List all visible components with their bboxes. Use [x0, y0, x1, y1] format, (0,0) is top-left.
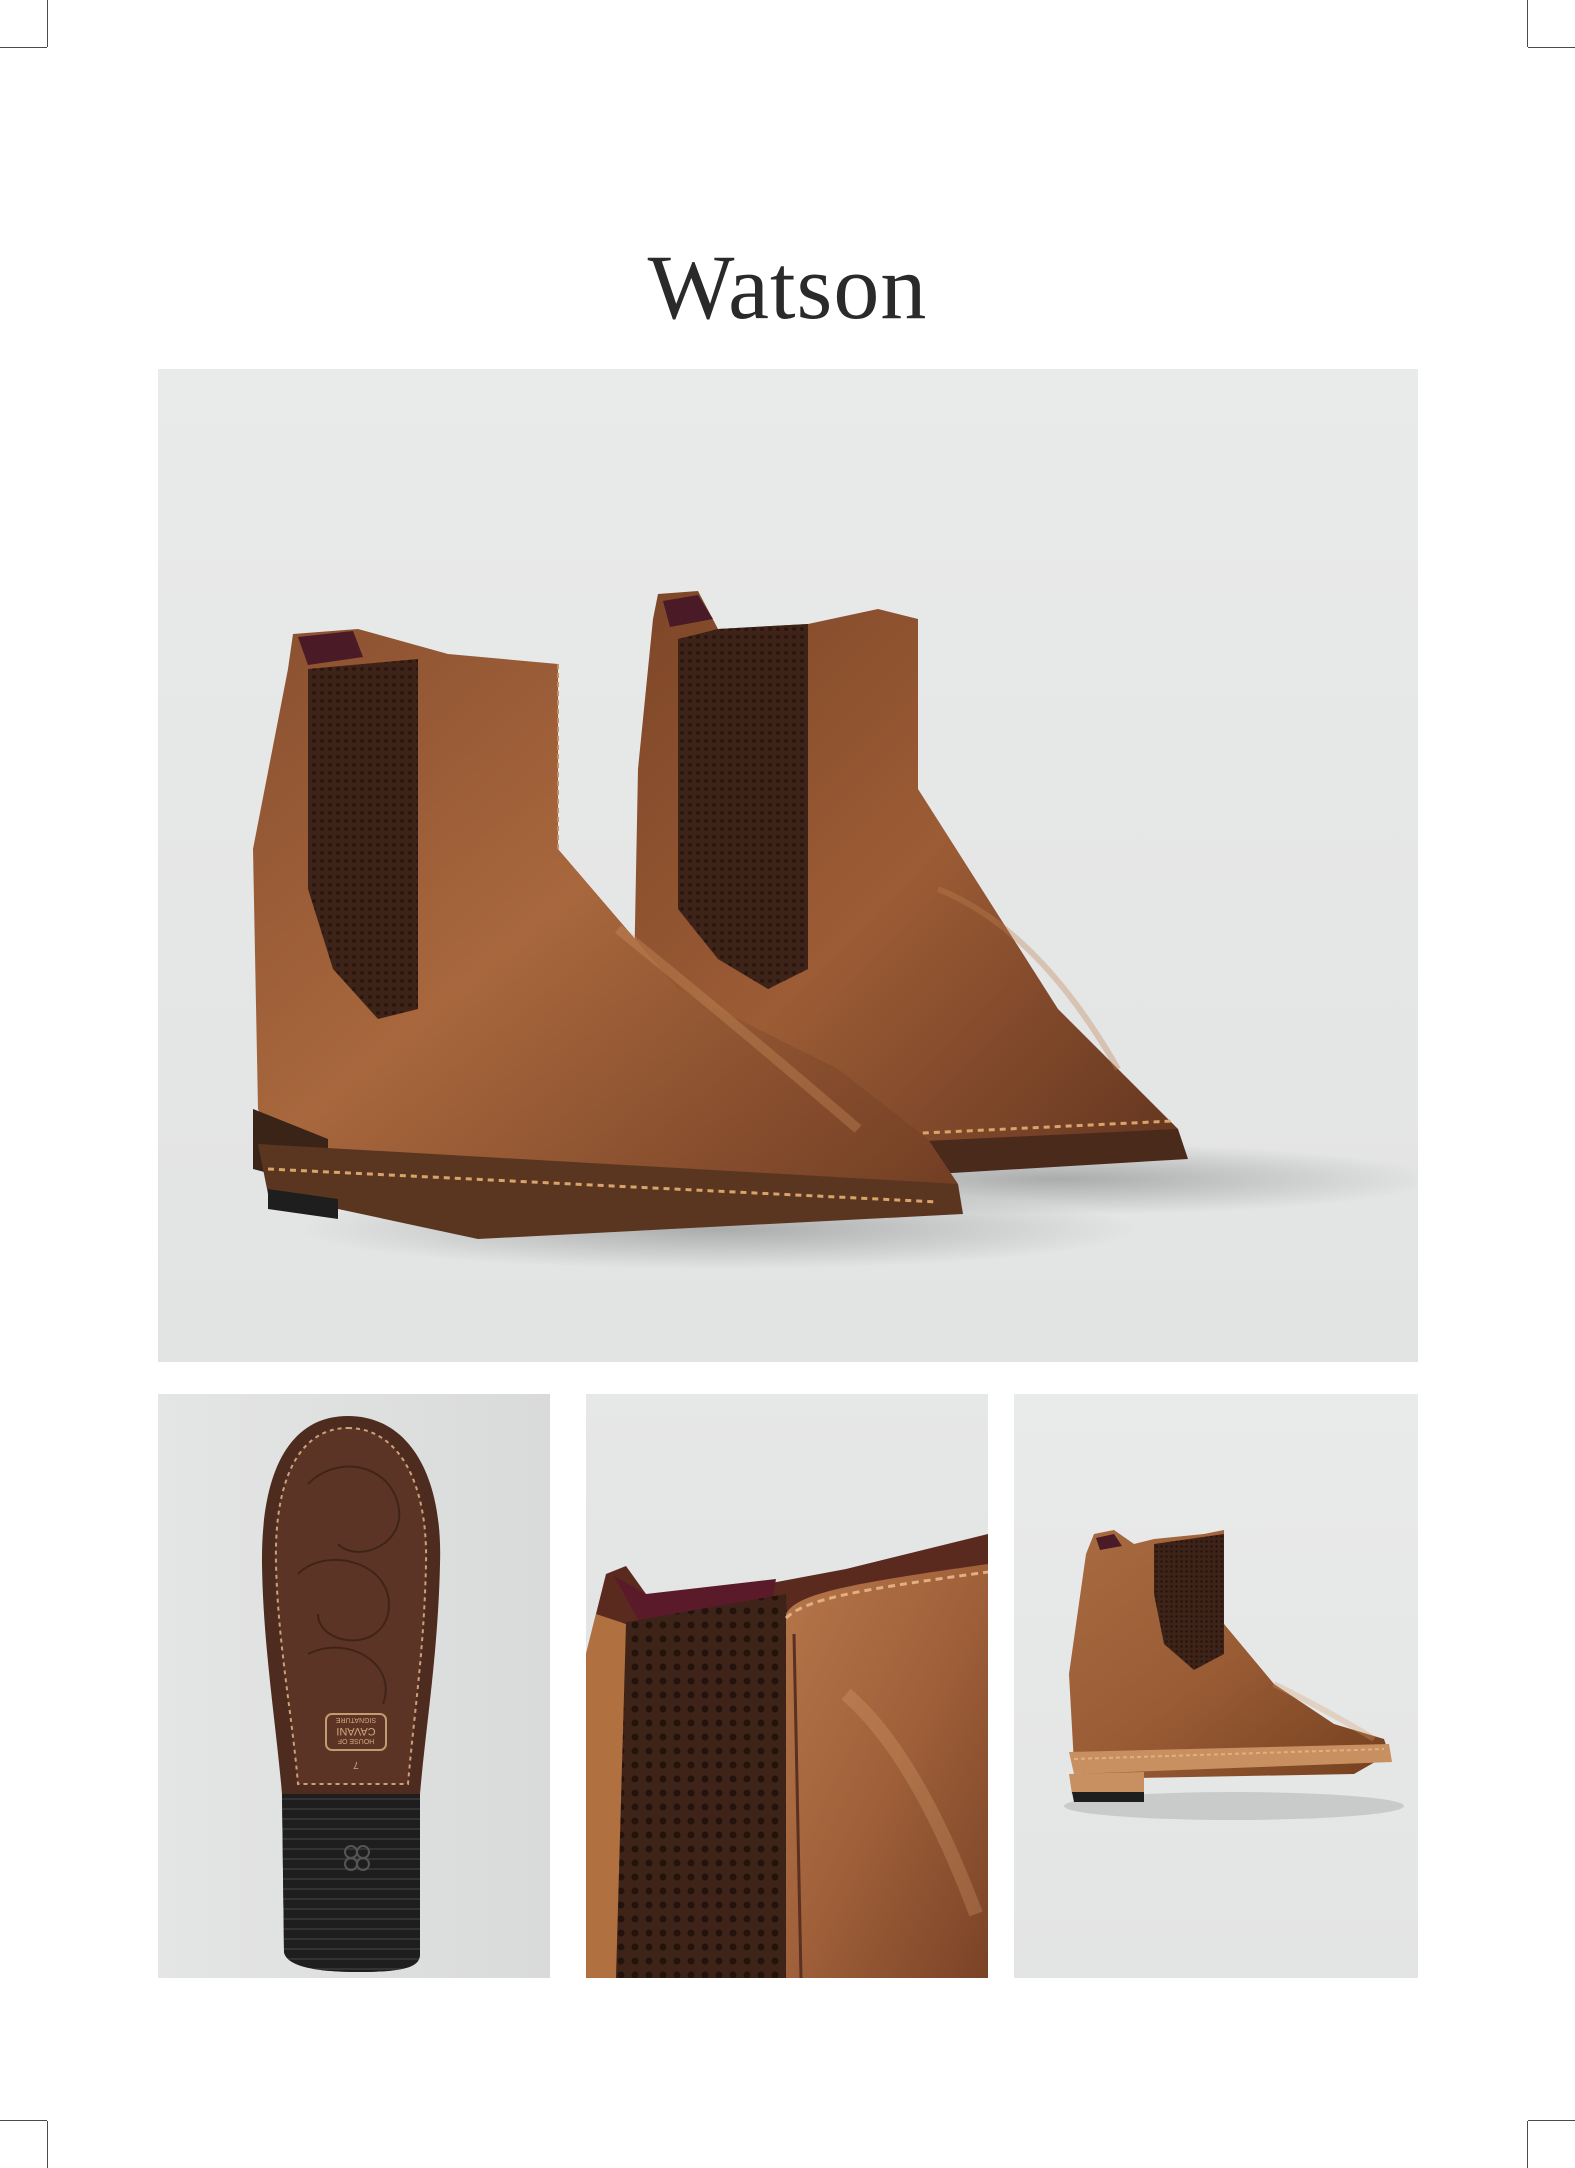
sole-detail-photo: HOUSE OF CAVANI SIGNATURE 7: [158, 1394, 550, 1978]
crop-mark-tl-h: [0, 47, 47, 48]
crop-mark-bl-v: [47, 2121, 48, 2168]
sole-stamp-line2: CAVANI: [336, 1725, 375, 1737]
sole-size: 7: [353, 1759, 359, 1770]
crop-mark-tl-v: [47, 0, 48, 47]
crop-mark-tr-v: [1527, 0, 1528, 47]
crop-mark-bl-h: [0, 2120, 47, 2121]
crop-mark-br-h: [1528, 2120, 1575, 2121]
crop-mark-tr-h: [1528, 47, 1575, 48]
sole-stamp-line3: SIGNATURE: [336, 1716, 377, 1723]
page-title: Watson: [647, 236, 928, 338]
crop-mark-br-v: [1527, 2121, 1528, 2168]
heel-detail-photo: [586, 1394, 988, 1978]
sole-stamp-line1: HOUSE OF: [338, 1737, 375, 1744]
hero-pair-photo: [158, 369, 1418, 1362]
side-view-photo: [1014, 1394, 1418, 1978]
